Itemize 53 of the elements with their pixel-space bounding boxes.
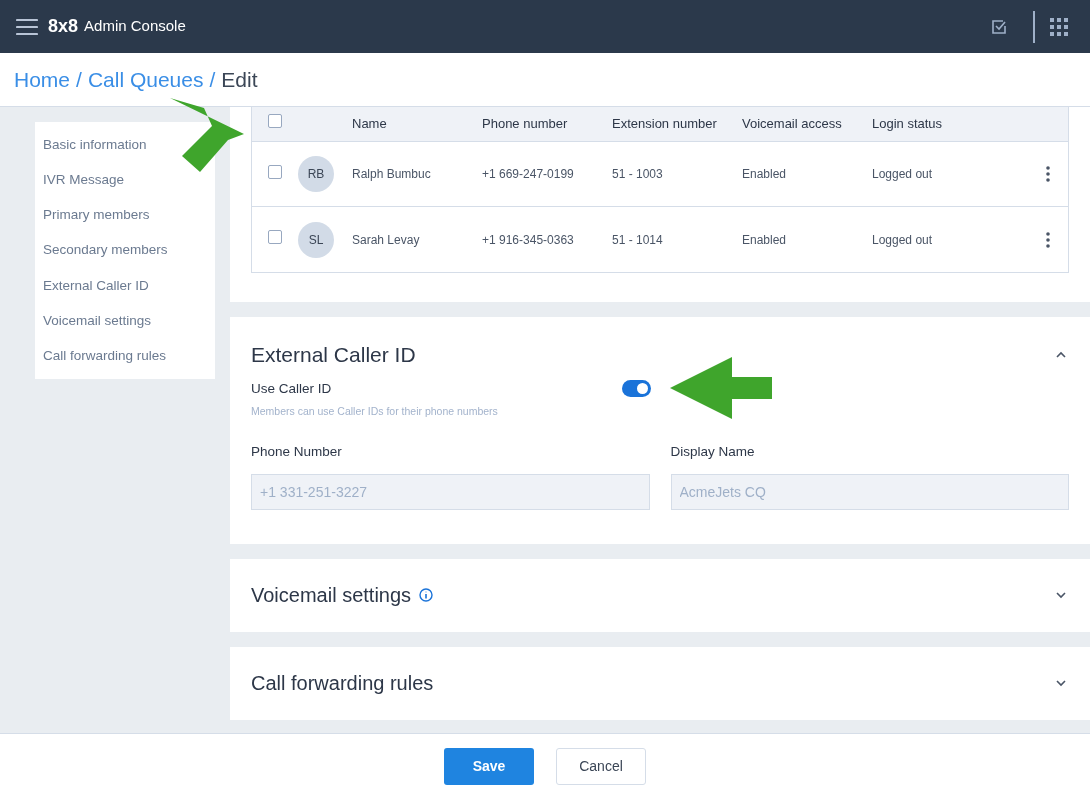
sidebar-item[interactable]: Basic information	[43, 134, 147, 155]
table-cell-text: 51 - 1014	[612, 231, 664, 249]
field-label: Display Name	[670, 442, 756, 461]
toggle-switch[interactable]	[622, 380, 651, 398]
column-header: Login status	[872, 115, 944, 134]
sidebar-item[interactable]: Call forwarding rules	[43, 346, 167, 367]
checkbox-icon[interactable]	[991, 18, 1007, 35]
sidebar-item[interactable]: Voicemail settings	[43, 311, 152, 332]
table-cell-text: Ralph Bumbuc	[352, 166, 432, 183]
chevron-down-icon[interactable]	[1055, 679, 1067, 688]
hint-text: Members can use Caller IDs for their phone numbers	[251, 403, 499, 419]
app-title: Admin Console	[84, 16, 186, 37]
checkbox[interactable]	[268, 230, 282, 244]
chevron-down-icon[interactable]	[1055, 591, 1067, 600]
avatar: SL	[298, 221, 334, 258]
table-cell-text: Sarah Levay	[352, 231, 421, 249]
info-icon[interactable]	[419, 588, 434, 603]
cancel-button[interactable]: Cancel	[556, 747, 646, 785]
breadcrumb-separator: /	[209, 66, 216, 93]
column-header: Phone number	[482, 115, 569, 134]
field-label: Phone Number	[251, 442, 343, 461]
table-cell-text: Logged out	[872, 166, 934, 183]
table-cell-text: Enabled	[742, 166, 788, 183]
table-cell-text: +1 669-247-0199	[482, 166, 575, 183]
section-title: Call forwarding rules	[251, 671, 434, 697]
sidebar-item[interactable]: IVR Message	[43, 169, 125, 191]
breadcrumb-link[interactable]: Call Queues	[87, 63, 204, 96]
more-options-icon[interactable]	[1046, 166, 1050, 182]
toggle-label: Use Caller ID	[251, 379, 332, 398]
sidebar-item[interactable]: Secondary members	[43, 240, 168, 261]
more-options-icon[interactable]	[1046, 231, 1050, 248]
section-title: Voicemail settings	[251, 583, 412, 609]
column-header: Extension number	[612, 115, 718, 134]
table-cell-text: 51 - 1003	[612, 166, 664, 183]
table-cell-text: Logged out	[872, 231, 934, 249]
menu-icon[interactable]	[16, 17, 38, 36]
brand-logo: 8x8	[48, 15, 79, 38]
chevron-up-icon[interactable]	[1055, 350, 1067, 359]
breadcrumb-current: Edit	[221, 66, 258, 93]
breadcrumb-link[interactable]: Home	[14, 63, 71, 96]
section-title: External Caller ID	[251, 342, 416, 368]
table-cell-text: Enabled	[742, 231, 788, 249]
apps-grid-icon[interactable]	[1050, 17, 1068, 36]
column-header: Name	[352, 115, 388, 134]
checkbox[interactable]	[268, 114, 282, 129]
sidebar-item[interactable]: Primary members	[43, 205, 150, 226]
sidebar-item[interactable]: External Caller ID	[43, 275, 149, 296]
table-cell-text: +1 916-345-0363	[482, 231, 575, 249]
checkbox[interactable]	[268, 164, 282, 179]
column-header: Voicemail access	[742, 115, 843, 134]
save-button[interactable]: Save	[444, 747, 534, 785]
avatar: RB	[298, 156, 334, 192]
breadcrumb-separator: /	[76, 66, 82, 93]
